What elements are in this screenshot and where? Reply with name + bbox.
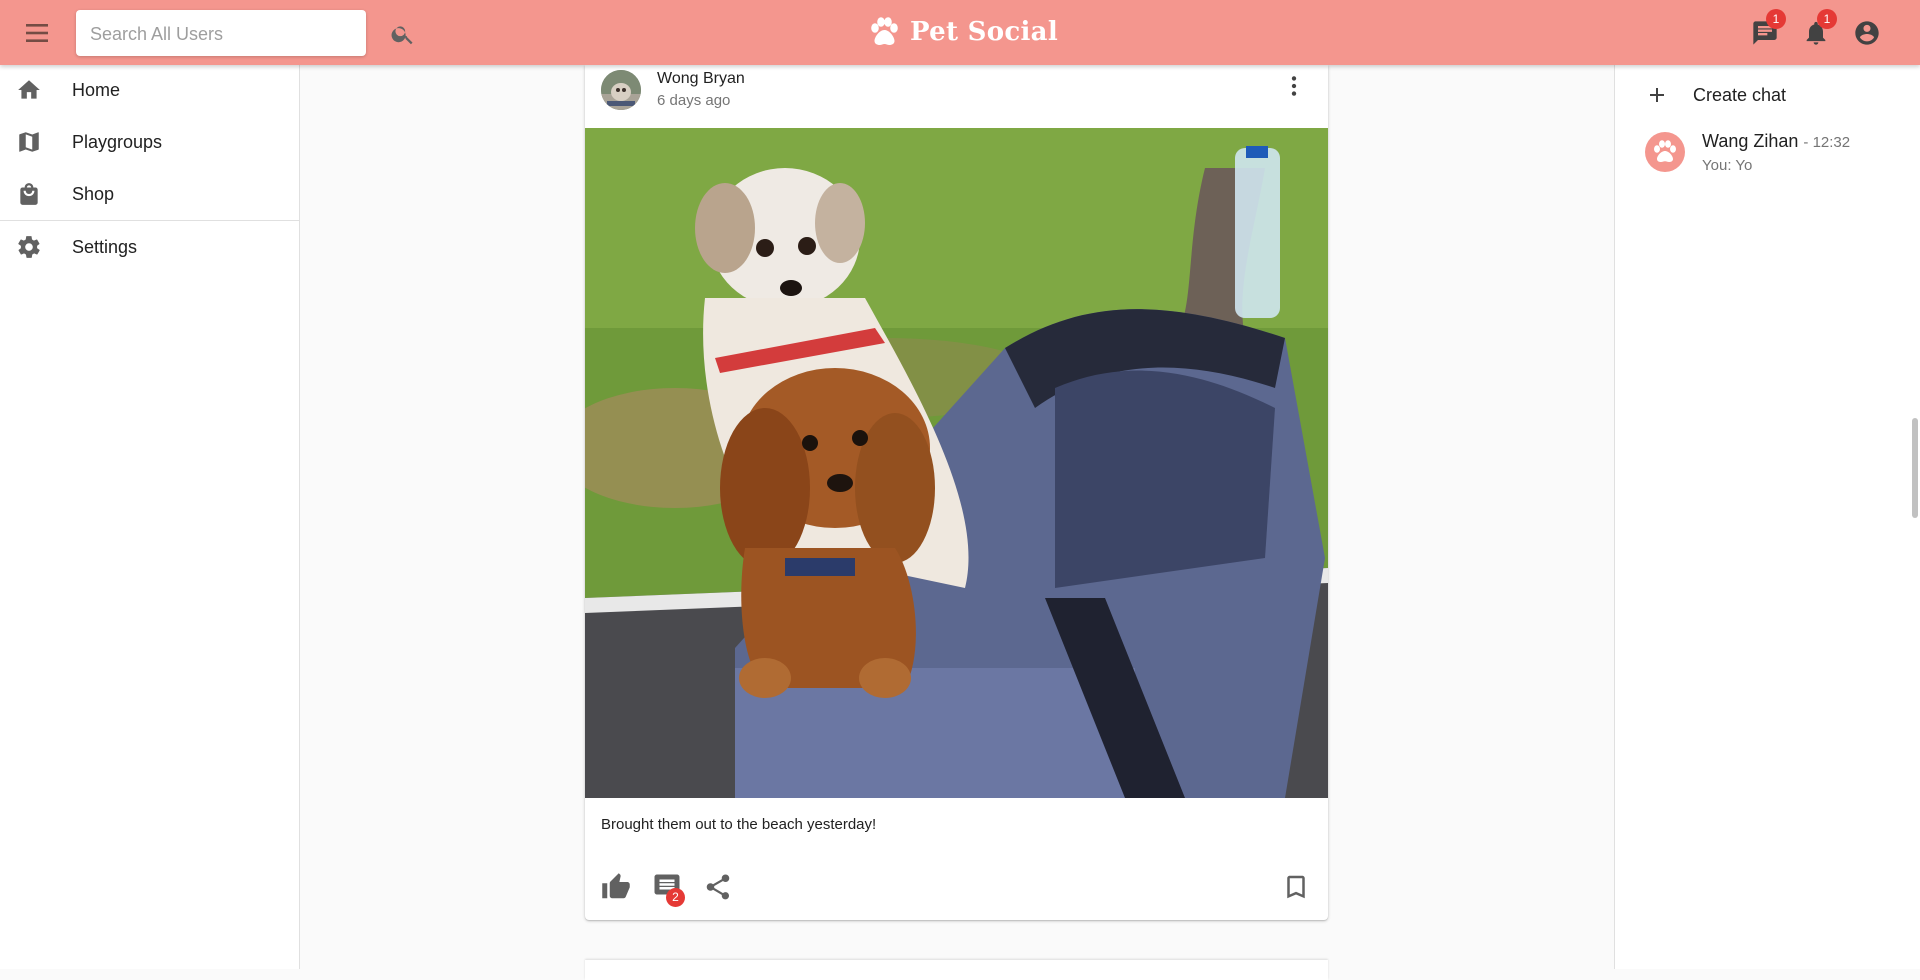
shopping-bag-icon <box>20 183 38 205</box>
gear-icon <box>18 236 40 258</box>
notifications-button[interactable]: 1 <box>1802 9 1837 47</box>
search-input[interactable] <box>88 10 312 58</box>
paw-icon <box>1654 140 1676 162</box>
dogs-in-stroller-photo <box>585 128 1328 798</box>
page-scrollbar-thumb[interactable] <box>1912 418 1918 518</box>
chat-panel: Create chat Wang Zihan - 12:32 You: Yo <box>1614 65 1920 969</box>
create-chat-label: Create chat <box>1693 85 1787 105</box>
notifications-badge: 1 <box>1817 9 1837 29</box>
home-icon <box>18 80 40 99</box>
bookmark-icon <box>1287 875 1305 899</box>
menu-button[interactable] <box>23 20 53 46</box>
post-author[interactable]: Wong Bryan <box>657 70 745 88</box>
share-button[interactable] <box>703 872 733 902</box>
nav-item-playgroups[interactable]: Playgroups <box>0 117 299 167</box>
create-chat-button[interactable]: Create chat <box>1631 75 1891 115</box>
app-bar: Pet Social 1 1 <box>0 0 1920 65</box>
nav-item-label: Playgroups <box>72 131 163 152</box>
bookmark-button[interactable] <box>1281 872 1311 902</box>
nav-item-label: Home <box>72 79 121 100</box>
chat-list-item[interactable]: Wang Zihan - 12:32 You: Yo <box>1629 127 1899 187</box>
thumb-up-icon <box>602 873 630 899</box>
comment-count-badge: 2 <box>666 888 685 907</box>
post-card: Wong Bryan 6 days ago Brought them out t… <box>585 65 1328 920</box>
hamburger-menu-icon <box>26 24 48 42</box>
post-caption: Brought them out to the beach yesterday! <box>601 816 877 833</box>
post-photo[interactable] <box>585 128 1328 798</box>
avatar <box>1645 132 1685 172</box>
search-icon <box>391 26 413 45</box>
nav-item-home[interactable]: Home <box>0 65 299 115</box>
paw-logo-icon <box>871 17 898 45</box>
nav-divider <box>0 220 299 221</box>
side-navigation: Home Playgroups Shop Settings <box>0 65 300 969</box>
messages-badge: 1 <box>1766 9 1786 29</box>
more-vert-icon <box>1291 76 1297 96</box>
brand[interactable]: Pet Social <box>866 12 1058 52</box>
author-avatar-image <box>601 70 641 110</box>
nav-item-label: Settings <box>72 236 138 257</box>
comments-button[interactable]: 2 <box>652 872 685 907</box>
search-button[interactable] <box>390 21 416 47</box>
app-title: Pet Social <box>910 17 1059 47</box>
nav-item-settings[interactable]: Settings <box>0 222 299 272</box>
nav-item-shop[interactable]: Shop <box>0 169 299 219</box>
account-button[interactable] <box>1853 19 1881 47</box>
like-button[interactable] <box>601 872 631 902</box>
chat-name-text: Wang Zihan <box>1702 131 1799 151</box>
chat-contact-name: Wang Zihan - 12:32 <box>1702 131 1850 152</box>
plus-icon <box>1650 88 1664 102</box>
chat-time: - 12:32 <box>1803 134 1851 151</box>
next-post-card <box>585 960 1328 980</box>
search-box <box>76 10 413 58</box>
messages-button[interactable]: 1 <box>1751 9 1786 47</box>
post-timestamp: 6 days ago <box>657 92 731 109</box>
share-icon <box>706 874 730 900</box>
account-circle-icon <box>1855 21 1879 45</box>
map-icon <box>19 132 39 152</box>
nav-item-label: Shop <box>72 183 115 204</box>
author-avatar[interactable] <box>601 70 641 110</box>
post-menu-button[interactable] <box>1281 73 1307 99</box>
chat-preview: You: Yo <box>1702 157 1753 174</box>
